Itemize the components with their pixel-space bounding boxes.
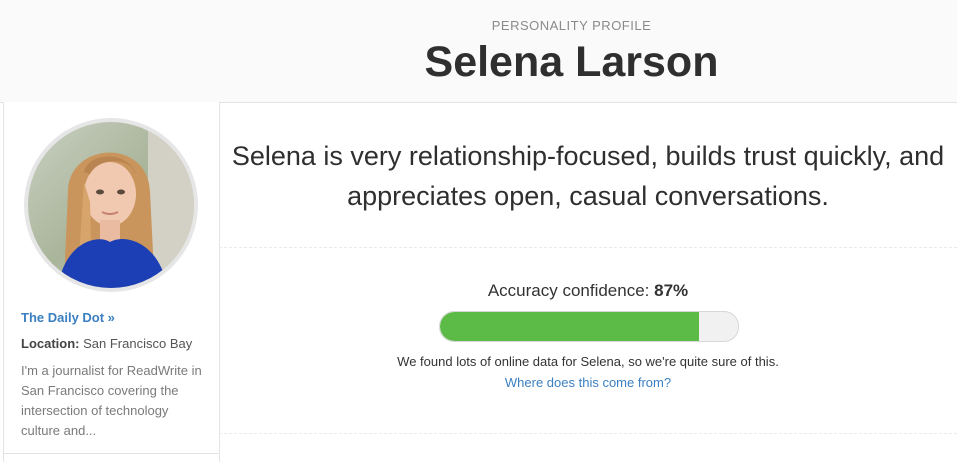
location-value: San Francisco Bay (83, 336, 193, 351)
confidence-note: We found lots of online data for Selena,… (397, 354, 779, 369)
confidence-label-text: Accuracy confidence: (487, 281, 650, 300)
section-divider (219, 247, 957, 248)
profile-photo-icon (28, 122, 194, 288)
sidebar-divider (4, 453, 219, 454)
confidence-bar-fill (440, 312, 700, 341)
bio-text: I'm a journalist for ReadWrite in San Fr… (21, 363, 202, 438)
page-header: PERSONALITY PROFILE Selena Larson (0, 0, 957, 103)
section-divider-bottom (219, 433, 957, 434)
confidence-value: 87% (654, 281, 689, 300)
profile-page: PERSONALITY PROFILE Selena Larson The Da… (0, 0, 957, 462)
source-link[interactable]: The Daily Dot » (21, 310, 115, 325)
confidence-bar (439, 311, 739, 342)
page-title: Selena Larson (424, 38, 719, 86)
data-source-link[interactable]: Where does this come from? (219, 375, 957, 390)
location: Location: San Francisco Bay (21, 336, 192, 351)
main-content: Selena is very relationship-focused, bui… (219, 102, 957, 462)
page-eyebrow: PERSONALITY PROFILE (491, 18, 652, 33)
personality-summary: Selena is very relationship-focused, bui… (231, 141, 945, 211)
profile-sidebar: The Daily Dot » Location: San Francisco … (3, 102, 220, 462)
avatar (24, 118, 198, 292)
location-label: Location: (21, 336, 80, 351)
confidence-label: Accuracy confidence: 87% (219, 281, 957, 301)
